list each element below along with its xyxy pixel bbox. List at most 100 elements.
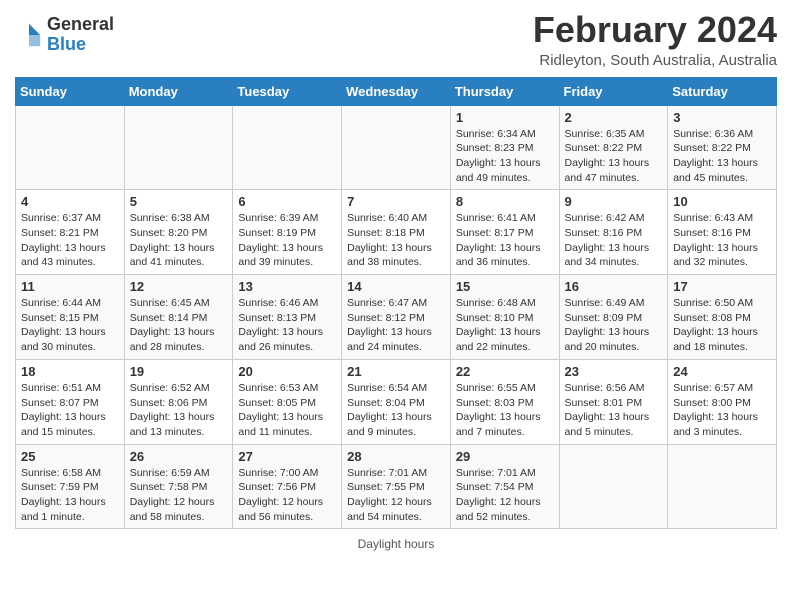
calendar-cell: 20 Sunrise: 6:53 AM Sunset: 8:05 PM Dayli… xyxy=(233,359,342,444)
calendar-cell xyxy=(668,444,777,529)
calendar-cell: 7Sunrise: 6:40 AM Sunset: 8:18 PM Daylig… xyxy=(342,190,451,275)
day-info: Sunrise: 7:01 AM Sunset: 7:54 PM Dayligh… xyxy=(456,466,554,525)
day-number: 16 xyxy=(565,279,663,294)
logo-text: General Blue xyxy=(47,15,114,55)
day-info: Sunrise: 6:55 AM Sunset: 8:03 PM Dayligh… xyxy=(456,381,554,440)
week-row-4: 18Sunrise: 6:51 AM Sunset: 8:07 PM Dayli… xyxy=(16,359,777,444)
day-number: 11 xyxy=(21,279,119,294)
day-number: 6 xyxy=(238,194,336,209)
day-info: Sunrise: 6:54 AM Sunset: 8:04 PM Dayligh… xyxy=(347,381,445,440)
calendar-cell: 24Sunrise: 6:57 AM Sunset: 8:00 PM Dayli… xyxy=(668,359,777,444)
day-number: 28 xyxy=(347,449,445,464)
calendar-cell: 12 Sunrise: 6:45 AM Sunset: 8:14 PM Dayli… xyxy=(124,275,233,360)
day-info: Sunrise: 6:58 AM Sunset: 7:59 PM Dayligh… xyxy=(21,466,119,525)
week-row-1: 1 Sunrise: 6:34 AM Sunset: 8:23 PM Daylig… xyxy=(16,105,777,190)
day-number: 14 xyxy=(347,279,445,294)
footer-text: Daylight hours xyxy=(358,537,435,551)
calendar-cell: 11 Sunrise: 6:44 AM Sunset: 8:15 PM Dayli… xyxy=(16,275,125,360)
calendar-cell: 26Sunrise: 6:59 AM Sunset: 7:58 PM Dayli… xyxy=(124,444,233,529)
day-number: 27 xyxy=(238,449,336,464)
calendar-cell: 15 Sunrise: 6:48 AM Sunset: 8:10 PM Dayli… xyxy=(450,275,559,360)
day-number: 22 xyxy=(456,364,554,379)
header-day-thursday: Thursday xyxy=(450,77,559,105)
calendar-cell: 22 Sunrise: 6:55 AM Sunset: 8:03 PM Dayli… xyxy=(450,359,559,444)
header: General Blue February 2024 Ridleyton, So… xyxy=(15,10,777,69)
calendar-body: 1 Sunrise: 6:34 AM Sunset: 8:23 PM Daylig… xyxy=(16,105,777,529)
calendar-cell: 25 Sunrise: 6:58 AM Sunset: 7:59 PM Dayli… xyxy=(16,444,125,529)
main-title: February 2024 xyxy=(533,10,777,50)
day-number: 21 xyxy=(347,364,445,379)
calendar-cell: 27 Sunrise: 7:00 AM Sunset: 7:56 PM Dayli… xyxy=(233,444,342,529)
calendar-cell xyxy=(124,105,233,190)
day-number: 15 xyxy=(456,279,554,294)
calendar-cell: 23Sunrise: 6:56 AM Sunset: 8:01 PM Dayli… xyxy=(559,359,668,444)
header-day-saturday: Saturday xyxy=(668,77,777,105)
calendar-cell: 21 Sunrise: 6:54 AM Sunset: 8:04 PM Dayli… xyxy=(342,359,451,444)
calendar-cell: 2Sunrise: 6:35 AM Sunset: 8:22 PM Daylig… xyxy=(559,105,668,190)
week-row-3: 11 Sunrise: 6:44 AM Sunset: 8:15 PM Dayli… xyxy=(16,275,777,360)
calendar-cell: 17 Sunrise: 6:50 AM Sunset: 8:08 PM Dayli… xyxy=(668,275,777,360)
day-info: Sunrise: 6:52 AM Sunset: 8:06 PM Dayligh… xyxy=(130,381,228,440)
header-row: SundayMondayTuesdayWednesdayThursdayFrid… xyxy=(16,77,777,105)
day-info: Sunrise: 6:46 AM Sunset: 8:13 PM Dayligh… xyxy=(238,296,336,355)
day-number: 7 xyxy=(347,194,445,209)
day-number: 4 xyxy=(21,194,119,209)
calendar-cell: 29 Sunrise: 7:01 AM Sunset: 7:54 PM Dayli… xyxy=(450,444,559,529)
calendar-header: SundayMondayTuesdayWednesdayThursdayFrid… xyxy=(16,77,777,105)
logo-blue: Blue xyxy=(47,35,114,55)
title-section: February 2024 Ridleyton, South Australia… xyxy=(533,10,777,69)
day-number: 20 xyxy=(238,364,336,379)
day-info: Sunrise: 6:42 AM Sunset: 8:16 PM Dayligh… xyxy=(565,211,663,270)
calendar-cell xyxy=(342,105,451,190)
day-info: Sunrise: 6:47 AM Sunset: 8:12 PM Dayligh… xyxy=(347,296,445,355)
day-number: 13 xyxy=(238,279,336,294)
day-info: Sunrise: 6:50 AM Sunset: 8:08 PM Dayligh… xyxy=(673,296,771,355)
calendar-cell: 13 Sunrise: 6:46 AM Sunset: 8:13 PM Dayli… xyxy=(233,275,342,360)
day-info: Sunrise: 7:01 AM Sunset: 7:55 PM Dayligh… xyxy=(347,466,445,525)
logo-general: General xyxy=(47,15,114,35)
day-info: Sunrise: 6:41 AM Sunset: 8:17 PM Dayligh… xyxy=(456,211,554,270)
logo-icon xyxy=(15,21,43,49)
footer: Daylight hours xyxy=(15,537,777,551)
day-info: Sunrise: 6:36 AM Sunset: 8:22 PM Dayligh… xyxy=(673,127,771,186)
day-info: Sunrise: 7:00 AM Sunset: 7:56 PM Dayligh… xyxy=(238,466,336,525)
header-day-monday: Monday xyxy=(124,77,233,105)
day-info: Sunrise: 6:39 AM Sunset: 8:19 PM Dayligh… xyxy=(238,211,336,270)
calendar-cell: 9 Sunrise: 6:42 AM Sunset: 8:16 PM Daylig… xyxy=(559,190,668,275)
day-number: 19 xyxy=(130,364,228,379)
logo: General Blue xyxy=(15,15,114,55)
day-info: Sunrise: 6:49 AM Sunset: 8:09 PM Dayligh… xyxy=(565,296,663,355)
calendar-cell xyxy=(16,105,125,190)
calendar-cell: 6 Sunrise: 6:39 AM Sunset: 8:19 PM Daylig… xyxy=(233,190,342,275)
calendar-cell: 4 Sunrise: 6:37 AM Sunset: 8:21 PM Daylig… xyxy=(16,190,125,275)
day-number: 12 xyxy=(130,279,228,294)
header-day-friday: Friday xyxy=(559,77,668,105)
day-info: Sunrise: 6:43 AM Sunset: 8:16 PM Dayligh… xyxy=(673,211,771,270)
week-row-2: 4 Sunrise: 6:37 AM Sunset: 8:21 PM Daylig… xyxy=(16,190,777,275)
day-info: Sunrise: 6:44 AM Sunset: 8:15 PM Dayligh… xyxy=(21,296,119,355)
day-info: Sunrise: 6:34 AM Sunset: 8:23 PM Dayligh… xyxy=(456,127,554,186)
day-info: Sunrise: 6:48 AM Sunset: 8:10 PM Dayligh… xyxy=(456,296,554,355)
day-info: Sunrise: 6:37 AM Sunset: 8:21 PM Dayligh… xyxy=(21,211,119,270)
calendar-cell: 3Sunrise: 6:36 AM Sunset: 8:22 PM Daylig… xyxy=(668,105,777,190)
calendar: SundayMondayTuesdayWednesdayThursdayFrid… xyxy=(15,77,777,530)
day-number: 29 xyxy=(456,449,554,464)
calendar-cell: 19 Sunrise: 6:52 AM Sunset: 8:06 PM Dayli… xyxy=(124,359,233,444)
day-number: 9 xyxy=(565,194,663,209)
day-number: 5 xyxy=(130,194,228,209)
day-number: 8 xyxy=(456,194,554,209)
day-number: 10 xyxy=(673,194,771,209)
calendar-cell xyxy=(559,444,668,529)
day-info: Sunrise: 6:45 AM Sunset: 8:14 PM Dayligh… xyxy=(130,296,228,355)
day-info: Sunrise: 6:35 AM Sunset: 8:22 PM Dayligh… xyxy=(565,127,663,186)
header-day-wednesday: Wednesday xyxy=(342,77,451,105)
subtitle: Ridleyton, South Australia, Australia xyxy=(533,52,777,69)
day-info: Sunrise: 6:53 AM Sunset: 8:05 PM Dayligh… xyxy=(238,381,336,440)
week-row-5: 25 Sunrise: 6:58 AM Sunset: 7:59 PM Dayli… xyxy=(16,444,777,529)
day-number: 25 xyxy=(21,449,119,464)
day-number: 1 xyxy=(456,110,554,125)
calendar-cell: 8 Sunrise: 6:41 AM Sunset: 8:17 PM Daylig… xyxy=(450,190,559,275)
day-number: 17 xyxy=(673,279,771,294)
calendar-cell: 28 Sunrise: 7:01 AM Sunset: 7:55 PM Dayli… xyxy=(342,444,451,529)
day-info: Sunrise: 6:57 AM Sunset: 8:00 PM Dayligh… xyxy=(673,381,771,440)
